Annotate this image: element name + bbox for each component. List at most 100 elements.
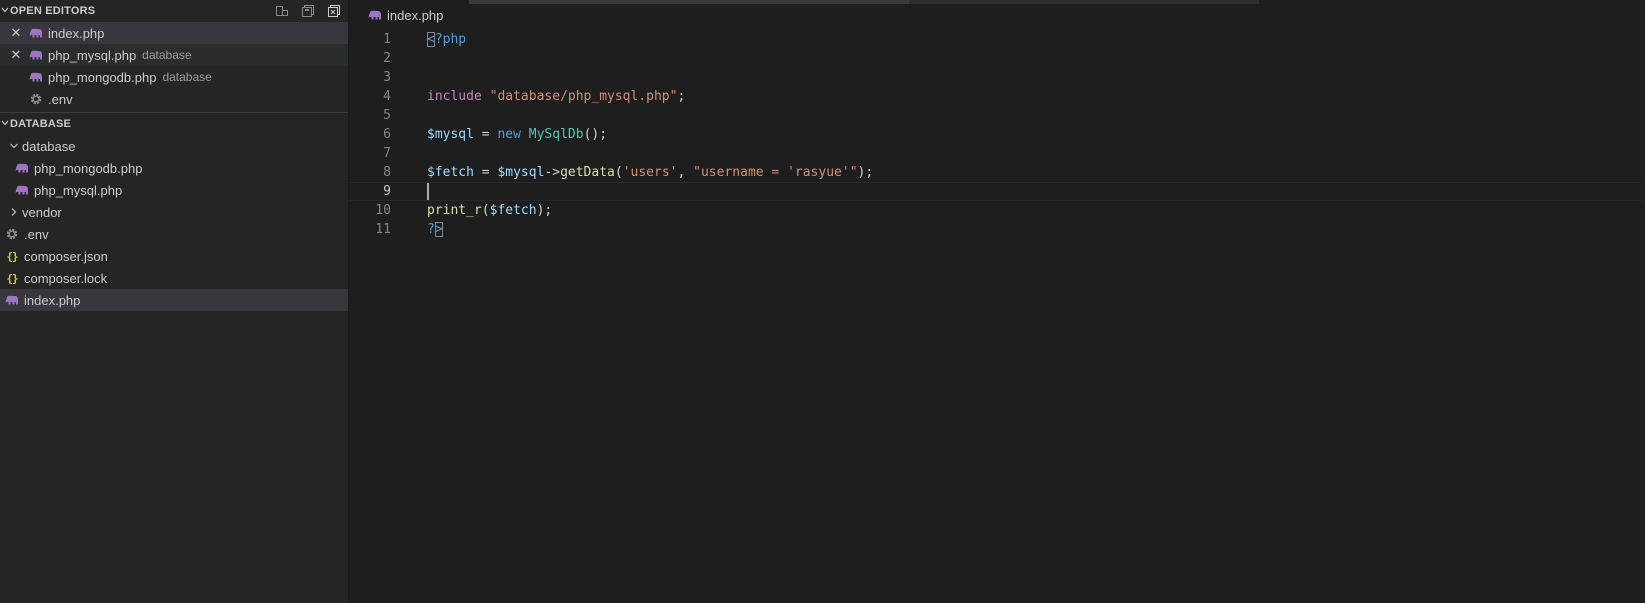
tree-item-label: database — [22, 138, 76, 154]
explorer-sidebar: OPEN EDITORS ✕ index.php ✕ php_mysql.php… — [0, 0, 348, 603]
tree-file-php-mongodb[interactable]: php_mongodb.php — [0, 157, 348, 179]
close-icon[interactable]: ✕ — [8, 25, 24, 41]
code-token: < — [427, 32, 435, 47]
line-number: 1 — [383, 32, 391, 47]
open-editor-label: php_mongodb.php — [48, 69, 157, 85]
code-line-1: 1 <?php — [349, 30, 1645, 49]
code-token: -> — [544, 165, 561, 180]
chevron-down-icon — [0, 118, 10, 131]
tree-item-label: index.php — [24, 292, 81, 308]
code-token: "username = 'rasyue'" — [693, 165, 858, 180]
gear-icon — [4, 226, 20, 242]
tab-scrollbar-thumb[interactable] — [469, 0, 909, 4]
json-braces-icon: {} — [6, 249, 18, 263]
code-token: , — [677, 165, 694, 180]
code-token: getData — [560, 165, 615, 180]
code-line-5: 5 — [349, 106, 1645, 125]
tree-file-composer-json[interactable]: {} composer.json — [0, 245, 348, 267]
tree-item-label: php_mysql.php — [34, 182, 123, 198]
code-token: ( — [614, 165, 623, 180]
tree-item-label: composer.json — [24, 248, 108, 264]
tab-label: index.php — [387, 7, 444, 23]
code-line-9: 9 — [349, 182, 1645, 201]
tree-file-env[interactable]: .env — [0, 223, 348, 245]
open-editor-item-php-mysql[interactable]: ✕ php_mysql.php database — [0, 44, 348, 66]
php-elephant-icon — [14, 160, 30, 176]
open-editor-label: index.php — [48, 25, 105, 41]
tree-file-composer-lock[interactable]: {} composer.lock — [0, 267, 348, 289]
code-line-4: 4 include "database/php_mysql.php"; — [349, 87, 1645, 106]
new-untitled-file-icon[interactable] — [274, 3, 290, 19]
php-elephant-icon — [4, 292, 20, 308]
code-token: $mysql — [427, 127, 474, 142]
code-token: ; — [677, 89, 686, 104]
text-cursor — [427, 183, 429, 200]
save-all-icon[interactable] — [300, 3, 316, 19]
code-line-2: 2 — [349, 49, 1645, 68]
code-token: ); — [857, 165, 874, 180]
close-icon[interactable]: ✕ — [8, 47, 24, 63]
php-elephant-icon — [367, 7, 383, 23]
code-token: print_r — [427, 203, 482, 218]
code-line-7: 7 — [349, 144, 1645, 163]
code-editor[interactable]: 1 <?php 2 3 4 include "database/php_mysq… — [349, 30, 1645, 239]
code-token: (); — [583, 127, 608, 142]
code-token: $fetch — [489, 203, 537, 218]
code-token: "database/php_mysql.php" — [489, 89, 678, 104]
code-token: ? — [427, 222, 435, 237]
vscode-window: OPEN EDITORS ✕ index.php ✕ php_mysql.php… — [0, 0, 1645, 603]
editor-pane[interactable]: index.php 1 <?php 2 3 4 include "databas… — [349, 0, 1645, 603]
code-line-6: 6 $mysql = new MySqlDb(); — [349, 125, 1645, 144]
code-line-10: 10 print_r($fetch); — [349, 201, 1645, 220]
code-token: include — [427, 89, 482, 104]
code-token: = — [473, 127, 498, 142]
php-elephant-icon — [28, 25, 44, 41]
code-line-3: 3 — [349, 68, 1645, 87]
tree-item-label: .env — [24, 226, 49, 242]
tab-scrollbar[interactable] — [469, 0, 1259, 4]
line-number: 10 — [375, 203, 391, 218]
line-number: 11 — [375, 222, 391, 237]
line-number: 2 — [383, 51, 391, 66]
code-token: > — [434, 222, 443, 237]
line-number: 6 — [383, 127, 391, 142]
tree-file-php-mysql[interactable]: php_mysql.php — [0, 179, 348, 201]
folder-section-header[interactable]: DATABASE — [0, 113, 348, 135]
line-number: 4 — [383, 89, 391, 104]
line-number: 7 — [383, 146, 391, 161]
php-elephant-icon — [28, 69, 44, 85]
open-editor-item-index[interactable]: ✕ index.php — [0, 22, 348, 44]
gear-icon — [28, 91, 44, 107]
open-editor-description: database — [142, 48, 192, 62]
open-editor-label: .env — [48, 91, 73, 107]
chevron-down-icon — [0, 5, 10, 18]
code-line-8: 8 $fetch = $mysql->getData('users', "use… — [349, 163, 1645, 182]
close-all-editors-icon[interactable] — [326, 3, 342, 19]
json-braces-icon: {} — [6, 271, 18, 285]
editor-tab-strip: index.php — [349, 0, 1645, 30]
open-editor-item-php-mongodb[interactable]: php_mongodb.php database — [0, 66, 348, 88]
open-editors-header[interactable]: OPEN EDITORS — [0, 0, 348, 22]
code-token: ?php — [434, 32, 467, 47]
folder-section-title: DATABASE — [10, 118, 72, 130]
open-editor-description: database — [162, 70, 212, 84]
open-editors-title: OPEN EDITORS — [10, 5, 96, 17]
tree-item-label: composer.lock — [24, 270, 108, 286]
line-number: 5 — [383, 108, 391, 123]
tree-item-label: php_mongodb.php — [34, 160, 143, 176]
open-editor-item-env[interactable]: .env — [0, 88, 348, 110]
code-token: new — [497, 127, 521, 142]
code-token: 'users' — [622, 165, 678, 180]
chevron-down-icon — [6, 140, 22, 152]
php-elephant-icon — [14, 182, 30, 198]
tree-folder-vendor[interactable]: vendor — [0, 201, 348, 223]
tab-index-php[interactable]: index.php — [349, 0, 443, 30]
code-token: ( — [481, 203, 490, 218]
code-token: $mysql — [497, 165, 545, 180]
code-token: $fetch — [427, 165, 474, 180]
tree-file-index[interactable]: index.php — [0, 289, 348, 311]
code-token: = — [473, 165, 498, 180]
tree-folder-database[interactable]: database — [0, 135, 348, 157]
line-number: 3 — [383, 70, 391, 85]
code-token: ); — [536, 203, 553, 218]
